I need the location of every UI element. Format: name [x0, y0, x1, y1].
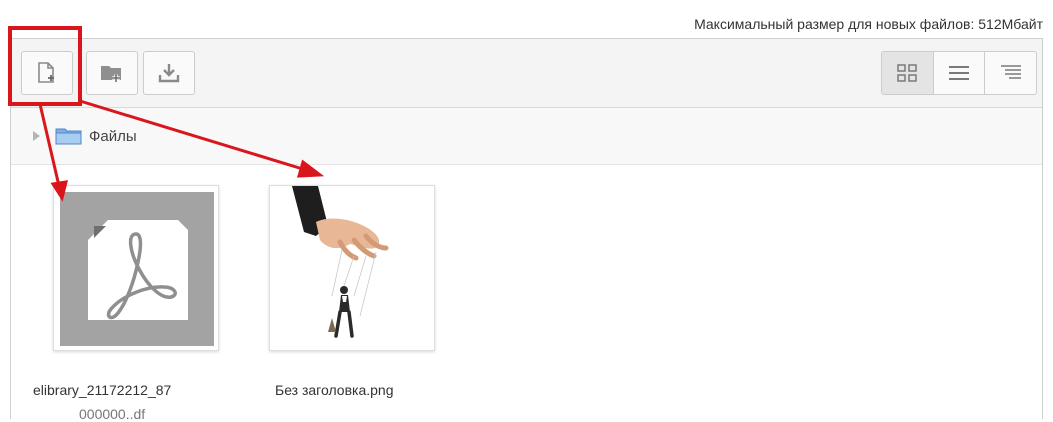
- annotation-overlay: [8, 26, 325, 202]
- annotation-arrow-1: [38, 103, 61, 187]
- highlight-box: [8, 26, 82, 106]
- arrowhead-2: [296, 159, 325, 178]
- annotation-arrow-2: [79, 99, 307, 172]
- arrowhead-1: [50, 180, 69, 202]
